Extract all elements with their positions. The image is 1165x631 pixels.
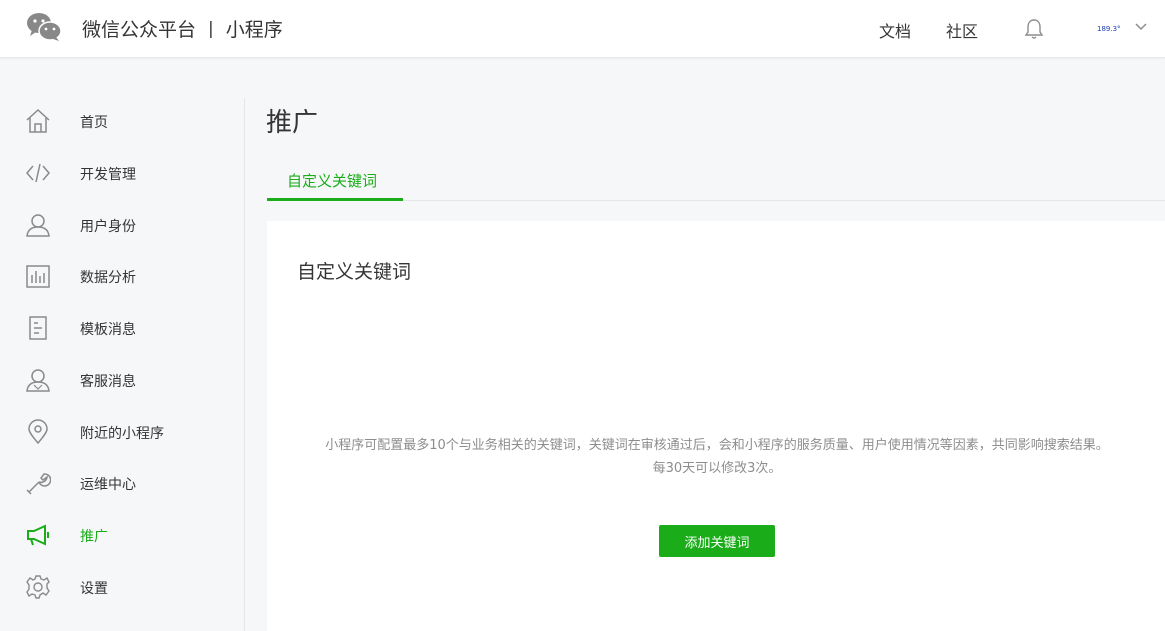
chevron-down-icon[interactable]: [1134, 22, 1148, 32]
sidebar-item-promotion[interactable]: 推广: [0, 514, 244, 554]
location-icon: [28, 419, 48, 445]
page-title: 推广: [266, 108, 319, 138]
sidebar-item-template-messages[interactable]: 模板消息: [0, 307, 244, 347]
sidebar-item-home[interactable]: 首页: [0, 100, 244, 140]
sidebar-item-label: 运维中心: [80, 477, 136, 493]
tab-custom-keywords[interactable]: 自定义关键词: [267, 158, 403, 201]
sidebar-item-label: 用户身份: [80, 219, 136, 235]
sidebar-item-label: 模板消息: [80, 322, 136, 338]
brand-title[interactable]: 微信公众平台 | 小程序: [82, 15, 283, 42]
bell-icon[interactable]: [1024, 18, 1044, 40]
megaphone-icon: [27, 524, 49, 546]
gear-icon: [26, 575, 50, 599]
community-link[interactable]: 社区: [946, 18, 978, 42]
wechat-logo-icon[interactable]: [26, 12, 62, 42]
sidebar-item-development[interactable]: 开发管理: [0, 152, 244, 192]
customer-service-icon: [26, 369, 50, 392]
sidebar-item-label: 首页: [80, 115, 108, 131]
wrench-icon: [26, 473, 51, 495]
sidebar-divider: [244, 98, 245, 631]
tab-label: 自定义关键词: [287, 172, 378, 190]
keywords-description: 小程序可配置最多10个与业务相关的关键词，关键词在审核通过后，会和小程序的服务质…: [297, 434, 1137, 480]
sidebar-item-nearby[interactable]: 附近的小程序: [0, 411, 244, 451]
sidebar-item-settings[interactable]: 设置: [0, 566, 244, 606]
document-icon: [29, 316, 47, 340]
keywords-card: 自定义关键词 小程序可配置最多10个与业务相关的关键词，关键词在审核通过后，会和…: [267, 221, 1165, 631]
brand-name: 微信公众平台: [82, 19, 197, 41]
account-name[interactable]: 189.3°: [1097, 25, 1121, 33]
sidebar-item-customer-service[interactable]: 客服消息: [0, 359, 244, 399]
description-text: 小程序可配置最多10个与业务相关的关键词，关键词在审核通过后，会和小程序的服务质…: [325, 438, 1109, 453]
sidebar-item-label: 附近的小程序: [80, 426, 164, 442]
sidebar-item-user-identity[interactable]: 用户身份: [0, 204, 244, 244]
sidebar-item-label: 客服消息: [80, 374, 136, 390]
docs-link[interactable]: 文档: [879, 18, 911, 42]
home-icon: [26, 108, 50, 133]
code-icon: [26, 163, 50, 183]
chart-icon: [26, 265, 50, 288]
sidebar-item-operations[interactable]: 运维中心: [0, 462, 244, 502]
sidebar-item-analytics[interactable]: 数据分析: [0, 255, 244, 295]
card-title: 自定义关键词: [297, 261, 412, 283]
sidebar-item-label: 数据分析: [80, 270, 136, 286]
sidebar: 首页 开发管理 用户身份 数据分析 模板消息 客服消息 附近的小程序 运维中心 …: [0, 58, 245, 631]
top-bar: 微信公众平台 | 小程序 文档 社区 189.3°: [0, 0, 1165, 58]
add-keyword-button[interactable]: 添加关键词: [659, 525, 775, 557]
brand-separator: |: [208, 18, 214, 39]
tab-bar: 自定义关键词: [267, 158, 1165, 201]
modify-limit-note: 每30天可以修改3次。: [652, 461, 782, 476]
product-name: 小程序: [225, 19, 283, 41]
user-icon: [26, 214, 50, 237]
sidebar-item-label: 设置: [80, 581, 108, 597]
sidebar-item-label: 推广: [80, 529, 108, 545]
sidebar-item-label: 开发管理: [80, 167, 136, 183]
